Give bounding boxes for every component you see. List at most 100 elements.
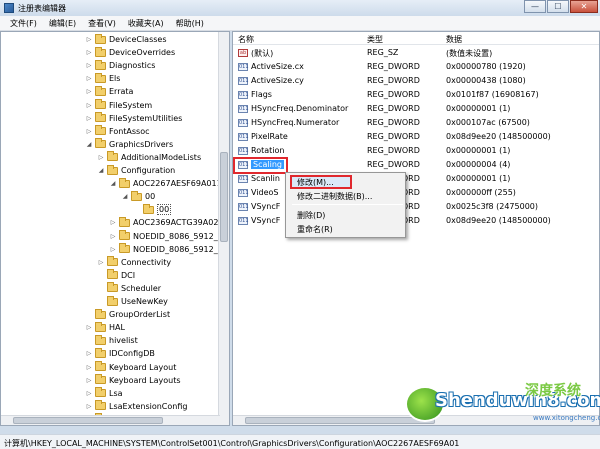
tree-item[interactable]: 00 [133,203,172,216]
expand-arrow-icon[interactable]: ▷ [85,36,93,43]
expand-arrow-icon[interactable]: ▷ [85,102,93,109]
tree-horizontal-scrollbar[interactable] [1,415,220,425]
menu-item-rename[interactable]: 重命名(R) [297,224,333,235]
tree-item-label: NOEDID_8086_5912_0000 [133,244,230,254]
tree-item[interactable]: ▷ HAL [85,321,125,334]
folder-icon [95,33,106,44]
expand-arrow-icon[interactable]: ◢ [109,180,117,187]
expand-arrow-icon[interactable]: ◢ [121,193,129,200]
folder-icon [95,374,106,385]
tree-item[interactable]: UseNewKey [97,295,168,308]
folder-icon [95,99,106,109]
folder-icon [119,216,130,227]
close-button[interactable]: ✕ [570,0,598,13]
expand-arrow-icon[interactable]: ▷ [85,350,93,357]
column-header-name[interactable]: 名称 [238,34,254,45]
expand-arrow-icon[interactable]: ▷ [85,128,93,135]
value-data: 0x00000780 (1920) [446,62,526,71]
tree-item-label: AOC2369ACTG39A021913 [133,218,230,228]
tree-item-label: Lsa [109,388,123,398]
tree-item[interactable]: ▷ FileSystem [85,99,152,112]
expand-arrow-icon[interactable]: ▷ [85,403,93,410]
folder-icon [95,334,106,345]
menu-edit[interactable]: 编辑(E) [43,18,82,29]
expand-arrow-icon[interactable]: ▷ [85,75,93,82]
dword-value-icon: 011 [238,63,249,71]
tree-item[interactable]: ▷ Keyboard Layout [85,361,176,374]
tree-item[interactable]: GroupOrderList [85,308,170,321]
tree-item[interactable]: ▷ Keyboard Layouts [85,374,181,387]
tree-item[interactable]: DCI [97,269,135,282]
expand-arrow-icon[interactable]: ◢ [85,141,93,148]
menu-item-modify[interactable]: 修改(M)... [297,177,334,188]
tree-vertical-scrollbar[interactable] [218,32,229,425]
expand-arrow-icon[interactable]: ▷ [85,49,93,56]
menu-view[interactable]: 查看(V) [82,18,122,29]
value-data: 0x08d9ee20 (148500000) [446,216,551,225]
tree-item[interactable]: ▷ Errata [85,85,133,98]
tree-item[interactable]: ▷ DeviceOverrides [85,46,175,59]
value-row[interactable]: 011 ActiveSize.cy REG_DWORD 0x00000438 (108… [233,74,599,88]
menu-bar: 文件(F) 编辑(E) 查看(V) 收藏夹(A) 帮助(H) [0,16,600,31]
expand-arrow-icon[interactable]: ▷ [85,377,93,384]
menu-favorites[interactable]: 收藏夹(A) [122,18,170,29]
tree-item[interactable]: ▷ NOEDID_8086_5912_0000 [109,230,229,243]
dword-value-icon: 011 [238,147,249,155]
expand-arrow-icon[interactable]: ▷ [109,246,117,253]
value-row[interactable]: 011 PixelRate REG_DWORD 0x08d9ee20 (1485000… [233,130,599,144]
scaling-highlight-box [233,157,288,174]
tree-item[interactable]: ▷ Connectivity [97,256,171,269]
expand-arrow-icon[interactable]: ▷ [97,259,105,266]
value-row[interactable]: 011 HSyncFreq.Numerator REG_DWORD 0x000107a… [233,116,599,130]
tree-item[interactable]: ▷ FileSystemUtilities [85,112,182,125]
tree-item[interactable]: ▷ Diagnostics [85,59,155,72]
expand-arrow-icon[interactable]: ▷ [85,62,93,69]
tree-item[interactable]: ▷ Els [85,72,120,85]
tree-scroll-thumb[interactable] [220,152,228,242]
tree-item[interactable]: ◢ 00 [121,190,155,203]
folder-icon [131,190,142,201]
tree-item[interactable]: ◢ AOC2267AESF69A011025 [109,177,229,190]
tree-item[interactable]: ▷ LsaExtensionConfig [85,400,187,413]
column-header-data[interactable]: 数据 [446,34,462,45]
value-row[interactable]: 011 Flags REG_DWORD 0x0101f87 (16908167) [233,88,599,102]
expand-arrow-icon[interactable]: ▷ [85,390,93,397]
menu-item-modify-binary[interactable]: 修改二进制数据(B)... [297,191,372,202]
tree-item-label: HAL [109,323,125,333]
value-row[interactable]: ab (默认) REG_SZ (数值未设置) [233,46,599,60]
menu-item-delete[interactable]: 删除(D) [297,210,325,221]
menu-file[interactable]: 文件(F) [4,18,43,29]
tree-item[interactable]: hivelist [85,334,138,347]
tree-item[interactable]: ▷ FontAssoc [85,125,150,138]
expand-arrow-icon[interactable]: ▷ [97,154,105,161]
tree-item[interactable]: ▷ NOEDID_8086_5912_0000 [109,243,230,256]
tree-item[interactable]: ▷ DeviceClasses [85,33,167,46]
minimize-button[interactable]: — [524,0,546,13]
registry-tree[interactable]: ▷ DeviceClasses ▷ DeviceOverrides ▷ Diagnosti… [0,31,230,426]
tree-item[interactable]: Scheduler [97,282,161,295]
tree-item[interactable]: ▷ AOC2369ACTG39A021913 [109,216,230,229]
expand-arrow-icon[interactable]: ▷ [85,364,93,371]
tree-item[interactable]: ▷ Lsa [85,387,123,400]
expand-arrow-icon[interactable]: ▷ [109,233,117,240]
value-type: REG_DWORD [367,104,420,113]
tree-item[interactable]: ◢ GraphicsDrivers [85,138,173,151]
expand-arrow-icon[interactable]: ▷ [85,324,93,331]
tree-item[interactable]: ◢ Configuration [97,164,175,177]
maximize-button[interactable]: ☐ [547,0,569,13]
column-header-type[interactable]: 类型 [367,34,383,45]
expand-arrow-icon[interactable]: ◢ [97,167,105,174]
dword-value-icon: 011 [238,119,249,127]
expand-arrow-icon[interactable]: ▷ [85,115,93,122]
value-row[interactable]: 011 ActiveSize.cx REG_DWORD 0x00000780 (192… [233,60,599,74]
value-row[interactable]: 011 HSyncFreq.Denominator REG_DWORD 0x00000… [233,102,599,116]
expand-arrow-icon[interactable]: ▷ [85,88,93,95]
tree-hscroll-thumb[interactable] [13,417,163,424]
tree-item-label: hivelist [109,336,138,346]
menu-help[interactable]: 帮助(H) [170,18,210,29]
tree-item[interactable]: ▷ IDConfigDB [85,347,155,360]
tree-item[interactable]: ▷ AdditionalModeLists [97,151,201,164]
value-row[interactable]: 011 Scaling REG_DWORD 0x00000004 (4) [233,158,599,172]
value-row[interactable]: 011 Rotation REG_DWORD 0x00000001 (1) [233,144,599,158]
expand-arrow-icon[interactable]: ▷ [109,219,117,226]
